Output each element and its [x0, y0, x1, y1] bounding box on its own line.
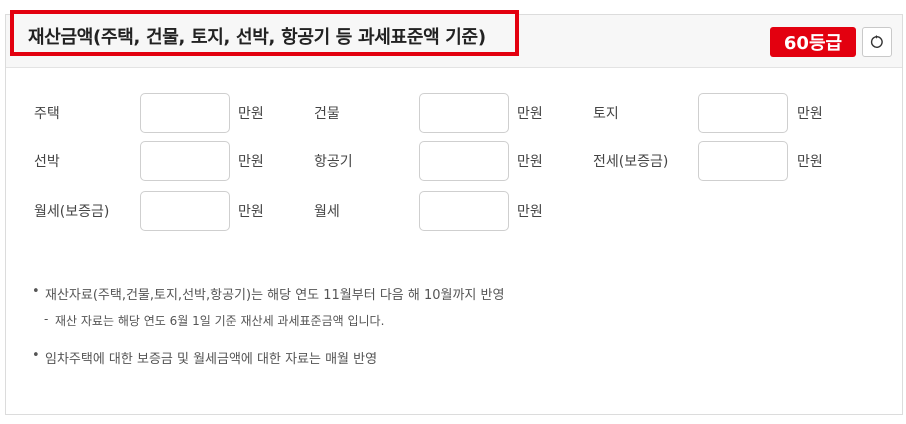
- label-aircraft: 항공기: [314, 154, 353, 170]
- unit-ship: 만원: [238, 154, 264, 170]
- jeonse-deposit-input[interactable]: [698, 141, 788, 181]
- title-highlight-box: 재산금액(주택, 건물, 토지, 선박, 항공기 등 과세표준액 기준): [10, 10, 519, 56]
- building-input[interactable]: [419, 93, 509, 133]
- monthly-rent-input[interactable]: [419, 191, 509, 231]
- label-house: 주택: [34, 106, 60, 122]
- note-bullet-2: •: [32, 348, 40, 363]
- land-input[interactable]: [698, 93, 788, 133]
- unit-jeonse-deposit: 만원: [797, 154, 823, 170]
- unit-monthly-rent: 만원: [517, 204, 543, 220]
- monthly-rent-deposit-input[interactable]: [140, 191, 230, 231]
- panel-title: 재산금액(주택, 건물, 토지, 선박, 항공기 등 과세표준액 기준): [28, 27, 486, 48]
- label-jeonse-deposit: 전세(보증금): [593, 154, 669, 170]
- panel-header: 재산금액(주택, 건물, 토지, 선박, 항공기 등 과세표준액 기준) 60등…: [6, 10, 902, 68]
- note-1: 재산자료(주택,건물,토지,선박,항공기)는 해당 연도 11월부터 다음 해 …: [45, 288, 505, 303]
- ship-input[interactable]: [140, 141, 230, 181]
- label-monthly-rent-deposit: 월세(보증금): [34, 204, 110, 220]
- grade-badge: 60등급: [770, 27, 856, 57]
- house-input[interactable]: [140, 93, 230, 133]
- refresh-button[interactable]: [862, 27, 892, 57]
- note-1-sub: 재산 자료는 해당 연도 6월 1일 기준 재산세 과세표준금액 입니다.: [55, 314, 385, 328]
- unit-building: 만원: [517, 106, 543, 122]
- refresh-icon: [870, 35, 883, 48]
- label-ship: 선박: [34, 154, 60, 170]
- label-land: 토지: [593, 106, 619, 122]
- aircraft-input[interactable]: [419, 141, 509, 181]
- subnote-dash: -: [44, 312, 49, 326]
- unit-monthly-rent-deposit: 만원: [238, 204, 264, 220]
- unit-land: 만원: [797, 106, 823, 122]
- label-monthly-rent: 월세: [314, 204, 340, 220]
- note-2: 임차주택에 대한 보증금 및 월세금액에 대한 자료는 매월 반영: [45, 352, 378, 367]
- note-bullet-1: •: [32, 284, 40, 299]
- unit-aircraft: 만원: [517, 154, 543, 170]
- label-building: 건물: [314, 106, 340, 122]
- unit-house: 만원: [238, 106, 264, 122]
